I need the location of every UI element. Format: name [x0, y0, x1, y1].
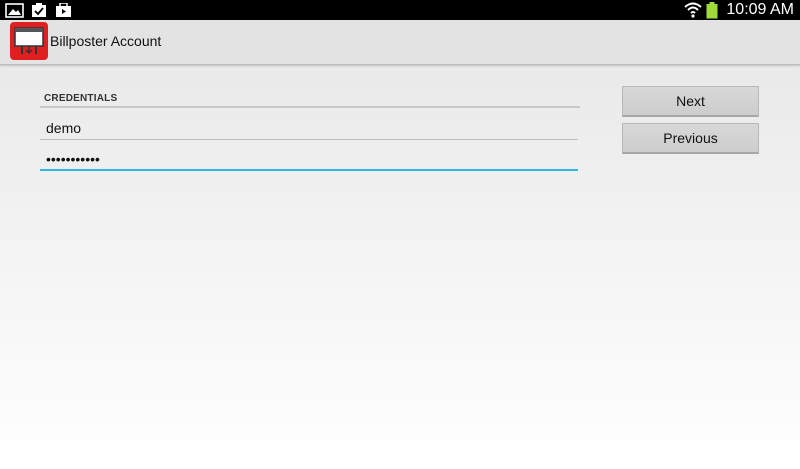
username-underline: [40, 139, 578, 140]
status-time: 10:09 AM: [726, 1, 794, 18]
previous-button[interactable]: Previous: [622, 123, 759, 154]
app-title: Billposter Account: [50, 33, 162, 49]
password-field[interactable]: [40, 148, 578, 170]
credentials-section-header: CREDENTIALS: [40, 93, 580, 108]
next-button[interactable]: Next: [622, 86, 759, 117]
password-underline-focused: [40, 169, 578, 171]
username-field[interactable]: [40, 117, 578, 139]
status-bar: 10:09 AM: [0, 0, 800, 20]
action-bar: Billposter Account: [0, 20, 800, 65]
billboard-icon[interactable]: [10, 22, 48, 60]
